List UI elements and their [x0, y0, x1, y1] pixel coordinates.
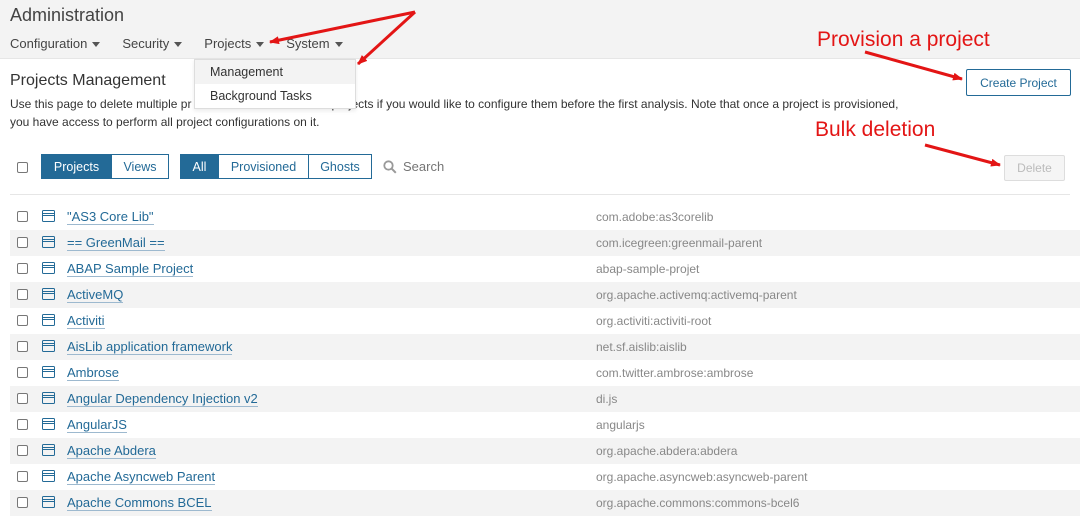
nav-projects-label: Projects	[204, 36, 252, 51]
row-checkbox[interactable]	[17, 471, 28, 482]
row-checkbox[interactable]	[17, 393, 28, 404]
project-name-link[interactable]: Ambrose	[67, 366, 120, 381]
row-checkbox[interactable]	[17, 419, 28, 430]
table-row: Apache Asyncweb Parent org.apache.asyncwe…	[10, 464, 1080, 490]
chevron-down-icon	[174, 41, 183, 47]
project-icon	[42, 392, 55, 404]
chevron-down-icon	[256, 41, 265, 47]
admin-nav: Configuration Security Projects System	[10, 36, 343, 51]
project-key: com.icegreen:greenmail-parent	[596, 236, 763, 250]
project-name-link[interactable]: AisLib application framework	[67, 340, 233, 355]
nav-security[interactable]: Security	[122, 36, 183, 51]
table-row: Apache Commons BCEL org.apache.commons:co…	[10, 490, 1080, 516]
project-key: org.apache.abdera:abdera	[596, 444, 738, 458]
table-row: ABAP Sample Project abap-sample-projet	[10, 256, 1080, 282]
row-checkbox[interactable]	[17, 341, 28, 352]
nav-configuration-label: Configuration	[10, 36, 88, 51]
row-checkbox[interactable]	[17, 211, 28, 222]
menu-item-background-tasks[interactable]: Background Tasks	[195, 84, 355, 108]
description-line-1: Use this page to delete multiple pr	[10, 97, 192, 111]
select-all-checkbox[interactable]	[17, 162, 28, 173]
project-key: abap-sample-projet	[596, 262, 700, 276]
status-toggle: All Provisioned Ghosts	[180, 154, 372, 179]
description-line-1-tail: projects if you would like to configure …	[331, 97, 899, 111]
project-name-link[interactable]: Angular Dependency Injection v2	[67, 392, 258, 407]
project-name-link[interactable]: Apache Asyncweb Parent	[67, 470, 216, 485]
chevron-down-icon	[334, 41, 343, 47]
project-key: di.js	[596, 392, 618, 406]
qualifier-toggle: Projects Views	[41, 154, 169, 179]
project-name-link[interactable]: Apache Commons BCEL	[67, 496, 212, 511]
project-icon	[42, 340, 55, 352]
create-project-button[interactable]: Create Project	[966, 69, 1071, 96]
row-checkbox[interactable]	[17, 497, 28, 508]
row-checkbox[interactable]	[17, 367, 28, 378]
annotation-provision: Provision a project	[817, 28, 990, 51]
nav-configuration[interactable]: Configuration	[10, 36, 101, 51]
row-checkbox[interactable]	[17, 445, 28, 456]
project-key: org.activiti:activiti-root	[596, 314, 712, 328]
project-icon	[42, 210, 55, 222]
filter-provisioned[interactable]: Provisioned	[219, 154, 309, 179]
project-name-link[interactable]: ActiveMQ	[67, 288, 124, 303]
filter-all[interactable]: All	[180, 154, 219, 179]
project-icon	[42, 496, 55, 508]
project-icon	[42, 418, 55, 430]
page-title: Projects Management	[10, 72, 166, 89]
project-key: com.adobe:as3corelib	[596, 210, 714, 224]
table-row: Ambrose com.twitter.ambrose:ambrose	[10, 360, 1080, 386]
nav-system-label: System	[286, 36, 330, 51]
nav-security-label: Security	[122, 36, 170, 51]
nav-projects[interactable]: Projects	[204, 36, 265, 51]
table-row: "AS3 Core Lib" com.adobe:as3corelib	[10, 204, 1080, 230]
app-title: Administration	[10, 5, 125, 25]
project-icon	[42, 288, 55, 300]
table-row: == GreenMail == com.icegreen:greenmail-pa…	[10, 230, 1080, 256]
project-list: "AS3 Core Lib" com.adobe:as3corelib == Gre…	[10, 204, 1080, 516]
search-input[interactable]	[403, 159, 553, 174]
arrow-to-delete-button	[924, 143, 1001, 167]
project-key: org.apache.commons:commons-bcel6	[596, 496, 800, 510]
table-row: Angular Dependency Injection v2 di.js	[10, 386, 1080, 412]
row-checkbox[interactable]	[17, 263, 28, 274]
description-line-2: you have access to perform all project c…	[10, 115, 320, 129]
project-icon	[42, 470, 55, 482]
search-icon	[383, 159, 397, 174]
project-key: org.apache.asyncweb:asyncweb-parent	[596, 470, 808, 484]
row-checkbox[interactable]	[17, 315, 28, 326]
chevron-down-icon	[92, 41, 101, 47]
project-name-link[interactable]: Apache Abdera	[67, 444, 156, 459]
project-name-link[interactable]: "AS3 Core Lib"	[67, 210, 154, 225]
project-icon	[42, 444, 55, 456]
project-key: org.apache.activemq:activemq-parent	[596, 288, 797, 302]
annotation-bulk-deletion: Bulk deletion	[815, 118, 936, 141]
nav-system[interactable]: System	[286, 36, 343, 51]
project-key: net.sf.aislib:aislib	[596, 340, 687, 354]
project-key: com.twitter.ambrose:ambrose	[596, 366, 754, 380]
menu-item-management[interactable]: Management	[195, 60, 355, 84]
table-row: Activiti org.activiti:activiti-root	[10, 308, 1080, 334]
filter-ghosts[interactable]: Ghosts	[309, 154, 372, 179]
search-box	[383, 159, 553, 174]
project-icon	[42, 366, 55, 378]
delete-button[interactable]: Delete	[1004, 155, 1065, 181]
table-row: ActiveMQ org.apache.activemq:activemq-par…	[10, 282, 1080, 308]
table-row: AisLib application framework net.sf.aisli…	[10, 334, 1080, 360]
project-key: angularjs	[596, 418, 645, 432]
project-icon	[42, 314, 55, 326]
projects-dropdown-menu: Management Background Tasks	[194, 59, 356, 109]
project-icon	[42, 236, 55, 248]
project-icon	[42, 262, 55, 274]
project-name-link[interactable]: Activiti	[67, 314, 105, 329]
tab-views[interactable]: Views	[112, 154, 169, 179]
table-row: Apache Abdera org.apache.abdera:abdera	[10, 438, 1080, 464]
project-name-link[interactable]: ABAP Sample Project	[67, 262, 194, 277]
divider	[10, 194, 1070, 195]
project-name-link[interactable]: == GreenMail ==	[67, 236, 165, 251]
table-row: AngularJS angularjs	[10, 412, 1080, 438]
tab-projects[interactable]: Projects	[41, 154, 112, 179]
row-checkbox[interactable]	[17, 237, 28, 248]
row-checkbox[interactable]	[17, 289, 28, 300]
project-name-link[interactable]: AngularJS	[67, 418, 127, 433]
